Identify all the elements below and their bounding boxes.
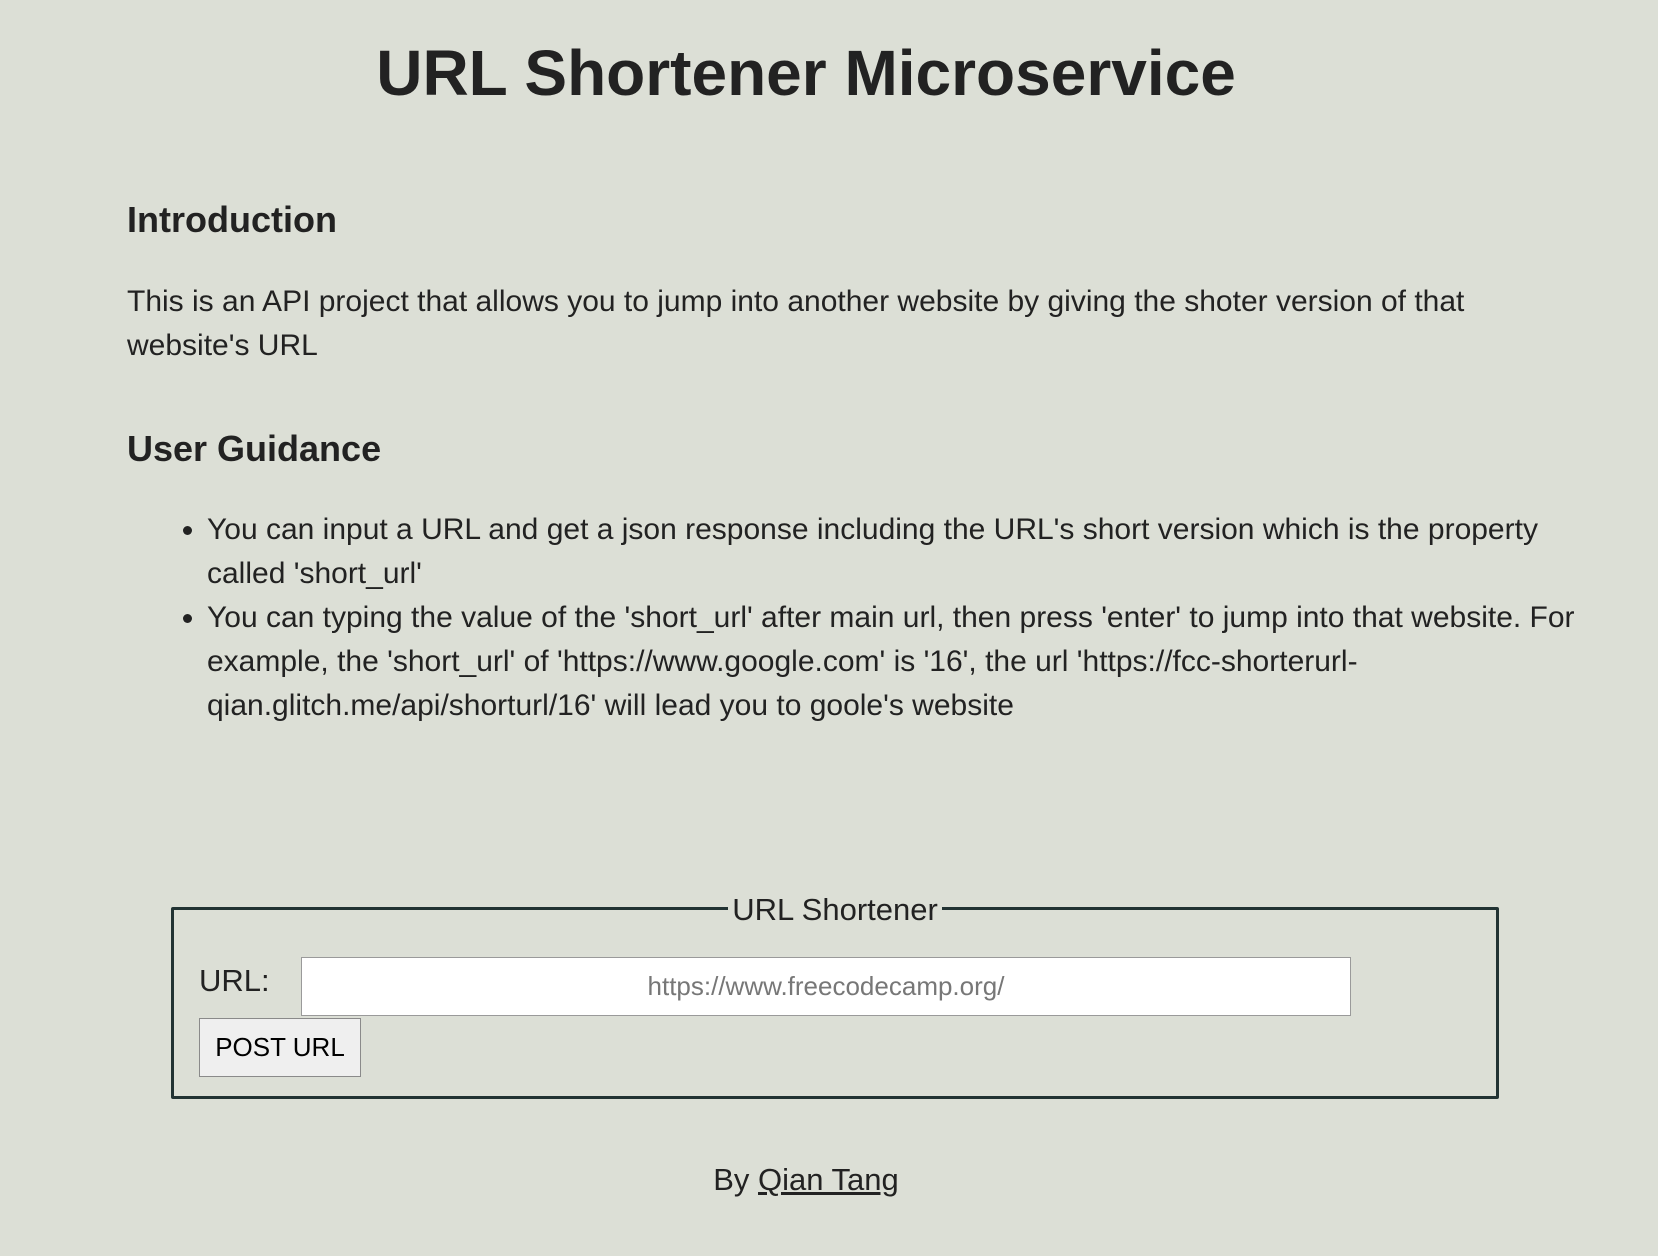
user-guidance-list: You can input a URL and get a json respo… xyxy=(127,508,1577,728)
form-legend: URL Shortener xyxy=(728,890,942,930)
url-label: URL: xyxy=(199,963,270,998)
author-link[interactable]: Qian Tang xyxy=(758,1162,899,1197)
introduction-text: This is an API project that allows you t… xyxy=(127,285,1465,362)
introduction-heading: Introduction xyxy=(127,199,337,240)
url-shortener-form: URL Shortener URL: POST URL xyxy=(171,890,1499,1099)
user-guidance-heading: User Guidance xyxy=(127,428,382,469)
footer-by-text: By xyxy=(713,1162,750,1197)
url-input[interactable] xyxy=(301,957,1351,1016)
post-url-button[interactable]: POST URL xyxy=(199,1018,361,1077)
page-title: URL Shortener Microservice xyxy=(376,37,1236,109)
guidance-item: You can typing the value of the 'short_u… xyxy=(207,596,1577,728)
form-legend-wrapper: URL Shortener xyxy=(174,890,1496,930)
footer: By Qian Tang xyxy=(0,1160,1612,1200)
guidance-item: You can input a URL and get a json respo… xyxy=(207,508,1577,596)
